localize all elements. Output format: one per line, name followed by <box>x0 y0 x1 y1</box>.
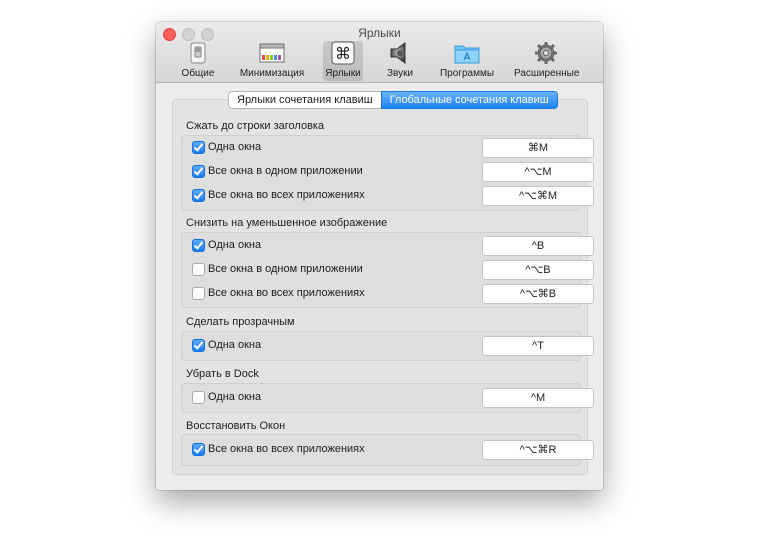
shortcut-tabs: Ярлыки сочетания клавиш Глобальные сочет… <box>228 91 558 109</box>
toolbar-item-applications[interactable]: Программы <box>436 41 498 81</box>
general-switch-icon <box>185 41 211 65</box>
row-label: Одна окна <box>208 239 262 251</box>
section-title-collapse: Сжать до строки заголовка <box>186 120 325 132</box>
section-title-transparent: Сделать прозрачным <box>186 316 295 328</box>
shortcut-row[interactable]: Все окна во всех приложениях <box>192 284 365 302</box>
toolbar-item-advanced[interactable]: Расширенные <box>514 41 580 81</box>
shortcut-field[interactable]: ^B <box>482 236 594 256</box>
row-label: Одна окна <box>208 391 262 403</box>
row-label: Все окна в одном приложении <box>208 165 363 177</box>
row-label: Все окна в одном приложении <box>208 263 363 275</box>
checkbox-checked[interactable] <box>192 164 205 178</box>
window-title: Ярлыки <box>358 26 401 40</box>
shortcut-row[interactable]: Все окна во всех приложениях <box>192 440 365 458</box>
toolbar-item-label: Минимизация <box>239 68 305 79</box>
shortcut-field[interactable]: ^T <box>482 336 594 356</box>
section-box-transparent: Одна окна ^T <box>181 331 594 361</box>
checkbox-unchecked[interactable] <box>192 390 205 404</box>
row-label: Одна окна <box>208 141 262 153</box>
gear-icon <box>533 41 559 65</box>
applications-folder-icon <box>454 41 480 65</box>
svg-text:⌘: ⌘ <box>335 44 351 63</box>
checkbox-checked[interactable] <box>192 442 205 456</box>
checkbox-checked[interactable] <box>192 140 205 154</box>
section-title-restore: Восстановить Окон <box>186 420 286 432</box>
minimize-window-icon <box>259 41 285 65</box>
shortcut-row[interactable]: Все окна в одном приложении <box>192 162 363 180</box>
shortcut-row[interactable]: Все окна в одном приложении <box>192 260 363 278</box>
toolbar-item-sounds[interactable]: Звуки <box>378 41 422 81</box>
shortcut-row[interactable]: Одна окна <box>192 138 261 156</box>
section-box-collapse: Одна окна ⌘M Все окна в одном приложении… <box>181 135 594 211</box>
tab-app-shortcuts[interactable]: Ярлыки сочетания клавиш <box>228 91 381 109</box>
speaker-icon <box>387 41 413 65</box>
toolbar-item-label: Расширенные <box>514 68 580 79</box>
shortcut-field[interactable]: ^⌥M <box>482 162 594 182</box>
title-bar: Ярлыки Общие Минимизация ⌘ Ярлыки Звуки … <box>156 22 603 83</box>
shortcut-row[interactable]: Одна окна <box>192 236 261 254</box>
shortcut-field[interactable]: ^⌥⌘B <box>482 284 594 304</box>
preferences-window: Ярлыки Общие Минимизация ⌘ Ярлыки Звуки … <box>156 22 603 490</box>
section-title-dock: Убрать в Dock <box>186 368 259 380</box>
toolbar-item-minimize[interactable]: Минимизация <box>236 41 308 81</box>
shortcut-row[interactable]: Одна окна <box>192 388 261 406</box>
section-box-dock: Одна окна ^M <box>181 383 594 413</box>
section-box-restore: Все окна во всех приложениях ^⌥⌘R <box>181 434 594 466</box>
row-label: Все окна во всех приложениях <box>208 189 365 201</box>
row-label: Одна окна <box>208 339 262 351</box>
shortcut-row[interactable]: Одна окна <box>192 336 261 354</box>
shortcut-field[interactable]: ⌘M <box>482 138 594 158</box>
shortcut-field[interactable]: ^M <box>482 388 594 408</box>
shortcut-field[interactable]: ^⌥B <box>482 260 594 280</box>
toolbar-item-general[interactable]: Общие <box>178 41 218 81</box>
preferences-toolbar: Общие Минимизация ⌘ Ярлыки Звуки Програм… <box>156 40 603 81</box>
tab-global-shortcuts[interactable]: Глобальные сочетания клавиш <box>380 91 558 109</box>
checkbox-checked[interactable] <box>192 188 205 202</box>
checkbox-checked[interactable] <box>192 338 205 352</box>
checkbox-unchecked[interactable] <box>192 286 205 300</box>
toolbar-item-label: Звуки <box>386 68 414 79</box>
section-box-thumbnail: Одна окна ^B Все окна в одном приложении… <box>181 232 594 308</box>
toolbar-item-shortcuts[interactable]: ⌘ Ярлыки <box>323 41 363 81</box>
shortcut-row[interactable]: Все окна во всех приложениях <box>192 186 365 204</box>
row-label: Все окна во всех приложениях <box>208 287 365 299</box>
checkbox-checked[interactable] <box>192 238 205 252</box>
toolbar-item-label: Программы <box>439 68 495 79</box>
shortcut-field[interactable]: ^⌥⌘M <box>482 186 594 206</box>
command-key-icon: ⌘ <box>330 41 356 65</box>
shortcut-field[interactable]: ^⌥⌘R <box>482 440 594 460</box>
checkbox-unchecked[interactable] <box>192 262 205 276</box>
row-label: Все окна во всех приложениях <box>208 443 365 455</box>
toolbar-item-label: Общие <box>181 68 215 79</box>
toolbar-item-label: Ярлыки <box>325 68 361 79</box>
section-title-thumbnail: Снизить на уменьшенное изображение <box>186 217 388 229</box>
